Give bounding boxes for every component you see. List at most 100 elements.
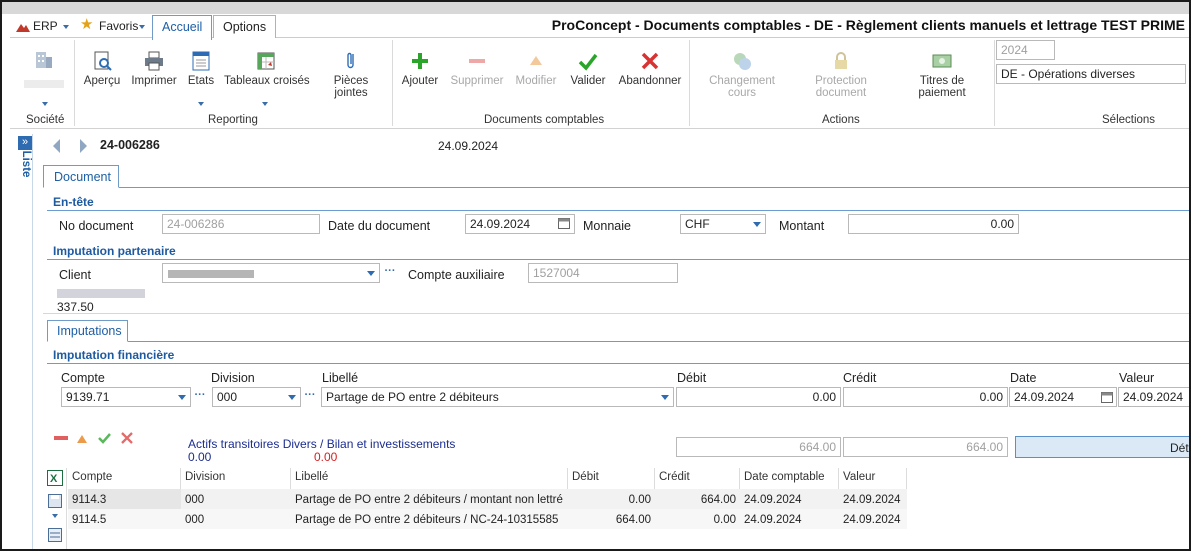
year-field[interactable]: 2024 <box>996 40 1055 60</box>
chevron-down-icon[interactable] <box>52 514 58 518</box>
delete-row-icon[interactable] <box>54 436 68 440</box>
ajouter-button[interactable]: Ajouter <box>400 50 440 87</box>
pieces-jointes-button[interactable]: Pièces jointes <box>328 50 374 99</box>
changement-cours-button[interactable]: Changement cours <box>703 50 781 99</box>
division-more-button[interactable]: ··· <box>303 388 317 408</box>
imputations-tab-line <box>47 341 1189 342</box>
entete-title: En-tête <box>53 195 94 209</box>
row1-date: 24.09.2024 <box>744 494 802 506</box>
actions-group-label: Actions <box>822 114 860 126</box>
excel-export-icon[interactable]: X <box>47 470 63 486</box>
preview-icon <box>91 50 113 72</box>
protection-document-button[interactable]: Protection document <box>806 50 876 99</box>
grid-header-division[interactable]: Division <box>181 468 291 489</box>
previous-icon[interactable] <box>50 137 62 155</box>
row2-division: 000 <box>185 514 205 526</box>
grid-header-compte[interactable]: Compte <box>68 468 181 489</box>
grid-settings-icon[interactable] <box>48 528 62 542</box>
pivot-table-icon <box>255 50 277 72</box>
checkmark-icon <box>577 50 599 72</box>
compte-auxiliaire-field[interactable]: 1527004 <box>528 263 678 283</box>
no-document-label: No document <box>59 219 134 233</box>
row2-libelle: Partage de PO entre 2 débiteurs / NC-24-… <box>295 514 559 526</box>
compte-input[interactable]: 9139.71 <box>61 387 175 407</box>
chevron-down-icon[interactable] <box>284 387 301 407</box>
libelle-input[interactable]: Partage de PO entre 2 débiteurs <box>321 387 658 407</box>
modifier-button[interactable]: Modifier <box>514 50 558 87</box>
credit-input[interactable]: 0.00 <box>843 387 1008 407</box>
apercu-button[interactable]: Aperçu <box>82 50 122 87</box>
detail-button[interactable]: Déta <box>1015 436 1189 458</box>
changement-cours-label-2: cours <box>727 87 757 99</box>
tab-accueil[interactable]: Accueil <box>152 15 213 40</box>
row2-debit: 664.00 <box>615 514 651 526</box>
client-field[interactable] <box>162 263 364 283</box>
client-blurred-value <box>168 270 254 278</box>
supprimer-label: Supprimer <box>450 75 504 87</box>
grid-header-date-comptable[interactable]: Date comptable <box>740 468 839 489</box>
titres-paiement-label-2: paiement <box>918 87 966 99</box>
journal-selector[interactable]: DE - Opérations diverses <box>996 64 1186 84</box>
row1-compte: 9114.3 <box>72 494 107 506</box>
no-document-field[interactable]: 24-006286 <box>162 214 320 234</box>
debit-header: Débit <box>677 371 707 385</box>
division-input[interactable]: 000 <box>212 387 285 407</box>
triangle-up-icon[interactable] <box>76 433 88 443</box>
chevron-down-icon[interactable] <box>174 387 191 407</box>
tab-options[interactable]: Options <box>213 15 277 39</box>
doc-date: 24.09.2024 <box>438 139 499 153</box>
chevron-down-icon[interactable] <box>657 387 674 407</box>
tab-document[interactable]: Document <box>43 165 119 188</box>
chevron-down-icon <box>198 102 204 106</box>
row2-date: 24.09.2024 <box>744 514 802 526</box>
calendar-icon[interactable] <box>1101 391 1113 403</box>
imprimer-button[interactable]: Imprimer <box>130 50 178 87</box>
montant-label: Montant <box>779 219 825 233</box>
societe-button[interactable] <box>22 48 66 88</box>
tab-imputations[interactable]: Imputations <box>47 320 128 342</box>
erp-menu[interactable]: ERP <box>33 19 58 33</box>
grid-header-debit[interactable]: Débit <box>568 468 655 489</box>
montant-field[interactable]: 0.00 <box>848 214 1019 234</box>
tableaux-croises-button[interactable]: Tableaux croisés <box>224 50 310 87</box>
calendar-icon[interactable] <box>558 217 570 229</box>
window-title: ProConcept - Documents comptables - DE -… <box>551 17 1185 33</box>
group-separator <box>994 40 995 126</box>
chevron-down-icon[interactable] <box>363 263 380 283</box>
save-icon[interactable] <box>48 494 62 508</box>
etats-button[interactable]: Etats <box>186 50 216 87</box>
protection-document-label-1: Protection <box>815 75 867 87</box>
chevron-down-icon[interactable] <box>749 214 766 234</box>
banknote-icon <box>931 50 953 72</box>
pieces-jointes-label-1: Pièces <box>333 75 369 87</box>
triangle-up-icon <box>525 50 547 72</box>
favoris-menu[interactable]: Favoris <box>99 19 138 33</box>
grid-header-libelle[interactable]: Libellé <box>291 468 568 489</box>
compte-more-button[interactable]: ··· <box>193 388 207 408</box>
close-icon[interactable] <box>121 432 133 444</box>
row1-debit: 0.00 <box>628 494 651 506</box>
exchange-rate-icon <box>731 50 753 72</box>
valider-button[interactable]: Valider <box>568 50 608 87</box>
client-more-button[interactable]: ··· <box>383 264 397 284</box>
grid-header-valeur[interactable]: Valeur <box>839 468 907 489</box>
debit-input[interactable]: 0.00 <box>676 387 841 407</box>
valeur-input[interactable]: 24.09.2024 <box>1118 387 1189 407</box>
abandonner-label: Abandonner <box>618 75 682 87</box>
monnaie-select[interactable]: CHF <box>680 214 750 234</box>
chevron-down-icon <box>139 25 145 29</box>
supprimer-button[interactable]: Supprimer <box>450 50 504 87</box>
entete-underline <box>47 210 1189 211</box>
grid-header-credit[interactable]: Crédit <box>655 468 740 489</box>
abandonner-button[interactable]: Abandonner <box>616 50 684 87</box>
next-icon[interactable] <box>78 137 90 155</box>
titres-paiement-label-1: Titres de <box>919 75 965 87</box>
ajouter-label: Ajouter <box>401 75 439 87</box>
checkmark-icon[interactable] <box>98 432 111 444</box>
window-top-strip <box>2 2 1189 14</box>
doc-number: 24-006286 <box>100 138 160 152</box>
side-list-panel[interactable]: » Liste <box>17 134 33 549</box>
report-icon <box>190 50 212 72</box>
titres-paiement-button[interactable]: Titres de paiement <box>912 50 972 99</box>
documents-comptables-group-label: Documents comptables <box>484 114 605 126</box>
